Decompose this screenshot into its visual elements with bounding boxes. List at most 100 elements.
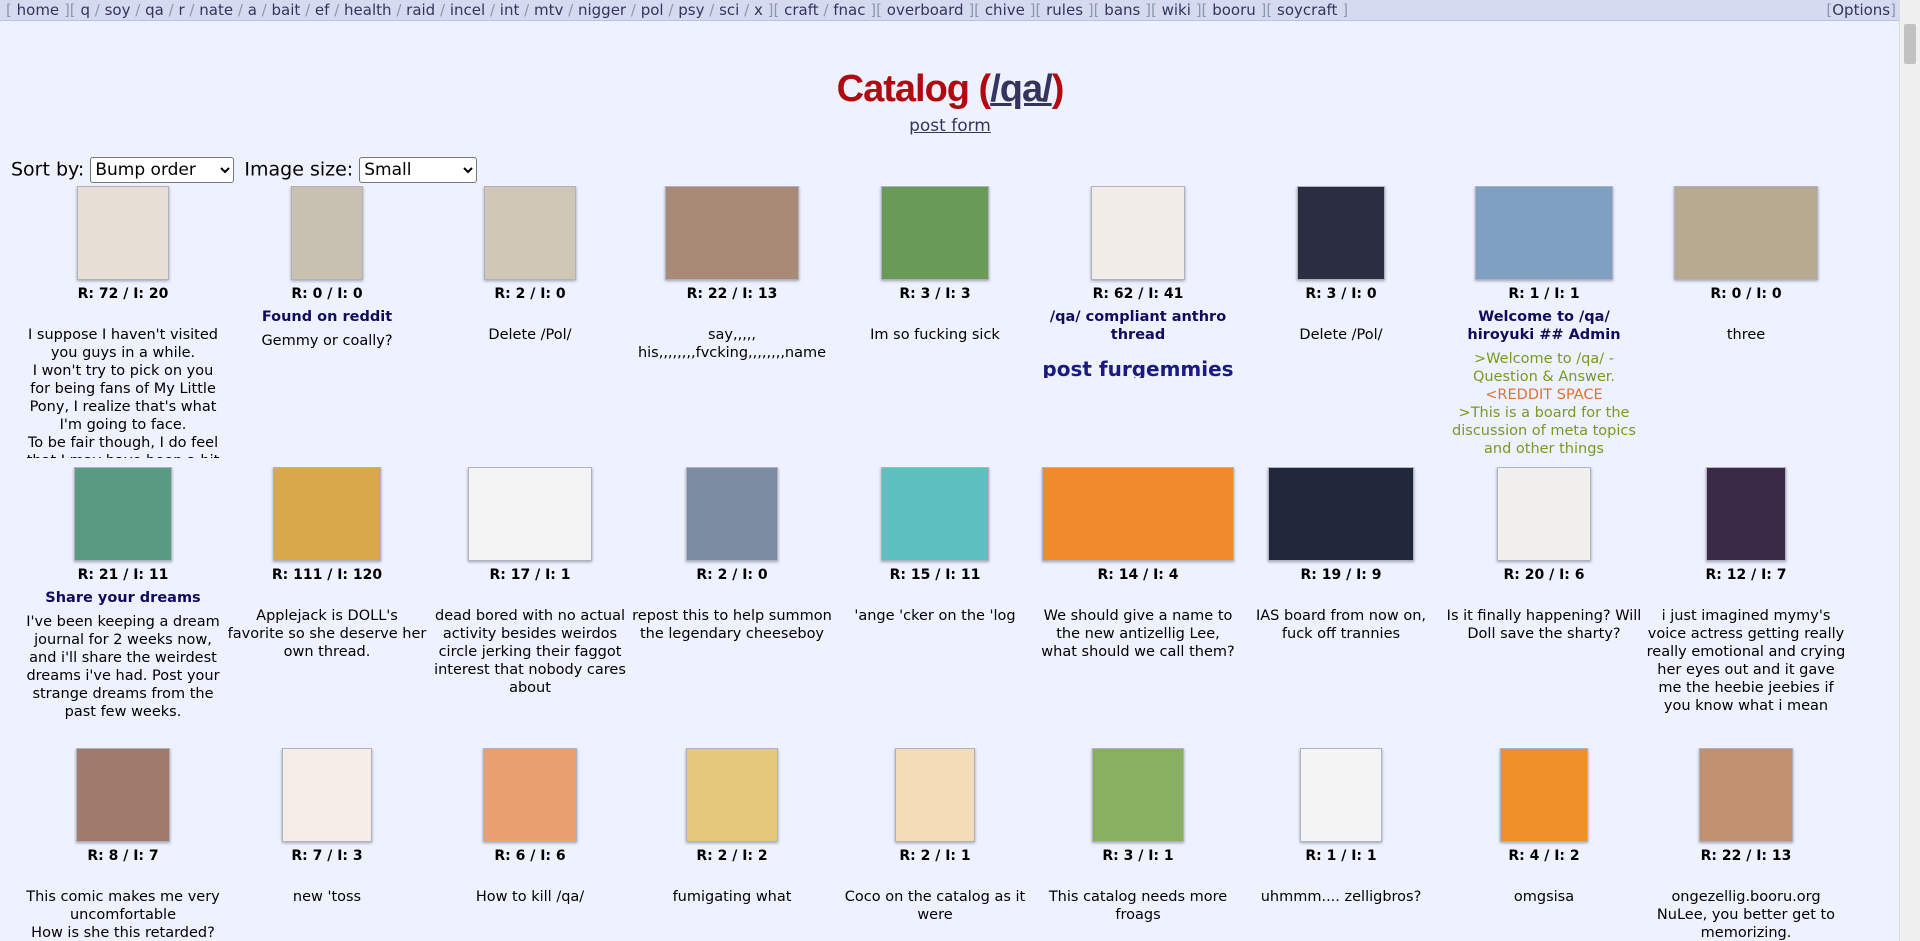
thread-thumbnail[interactable]	[483, 748, 577, 842]
teaser-line: Delete /Pol/	[488, 327, 572, 343]
catalog-thread[interactable]: R: 72 / I: 20 I suppose I haven't visited…	[23, 186, 223, 458]
catalog-thread[interactable]: R: 22 / I: 13 ongezellig.booru.org NuLee,…	[1646, 748, 1846, 941]
thread-thumbnail[interactable]	[76, 748, 170, 842]
catalog-thread[interactable]: R: 1 / I: 1 Welcome to /qa/ hiroyuki ## A…	[1444, 186, 1644, 458]
catalog-thread[interactable]: R: 6 / I: 6 How to kill /qa/	[430, 748, 630, 941]
thread-teaser: dead bored with no actual activity besid…	[430, 607, 630, 697]
thread-thumbnail[interactable]	[1699, 748, 1793, 842]
thread-stats: R: 2 / I: 0	[494, 286, 566, 302]
catalog-thread[interactable]: R: 2 / I: 1 Coco on the catalog as it wer…	[835, 748, 1035, 941]
thread-thumbnail[interactable]	[881, 186, 989, 280]
page-scrollbar[interactable]	[1899, 0, 1920, 941]
teaser-line: IAS board from now on, fuck off trannies	[1255, 608, 1427, 642]
subject-spacer	[1241, 583, 1441, 601]
subject-spacer	[23, 302, 223, 320]
scrollbar-thumb[interactable]	[1904, 24, 1916, 64]
catalog-thread[interactable]: R: 111 / I: 120 Applejack is DOLL's favor…	[227, 467, 427, 739]
catalog-thread[interactable]: R: 3 / I: 3 Im so fucking sick	[835, 186, 1035, 458]
thread-thumbnail[interactable]	[665, 186, 799, 280]
subject-spacer	[632, 583, 832, 601]
teaser-line: Delete /Pol/	[1299, 327, 1383, 343]
thread-thumbnail[interactable]	[1497, 467, 1591, 561]
teaser-line: three	[1726, 327, 1766, 343]
catalog-thread[interactable]: R: 2 / I: 0 Delete /Pol/	[430, 186, 630, 458]
thread-teaser: Delete /Pol/	[1241, 326, 1441, 344]
thread-thumbnail[interactable]	[881, 467, 989, 561]
catalog-thread[interactable]: R: 3 / I: 0 Delete /Pol/	[1241, 186, 1441, 458]
thread-teaser: 'ange 'cker on the 'log	[835, 607, 1035, 625]
catalog-thread[interactable]: R: 12 / I: 7 i just imagined mymy's voice…	[1646, 467, 1846, 739]
teaser-line: We should give a name to the new antizel…	[1041, 608, 1235, 660]
thread-thumbnail[interactable]	[468, 467, 592, 561]
thread-thumbnail[interactable]	[484, 186, 576, 280]
thread-teaser: IAS board from now on, fuck off trannies	[1241, 607, 1441, 643]
thread-stats: R: 7 / I: 3	[291, 848, 363, 864]
thread-teaser: new 'toss	[227, 888, 427, 906]
thread-teaser: say,,,,, his,,,,,,,,fvcking,,,,,,,,name	[632, 326, 832, 362]
catalog-thread[interactable]: R: 2 / I: 2 fumigating what	[632, 748, 832, 941]
thread-thumbnail[interactable]	[291, 186, 363, 280]
catalog-thread[interactable]: R: 2 / I: 0 repost this to help summon th…	[632, 467, 832, 739]
greentext-line: >This is a board for the discussion of m…	[1452, 405, 1636, 457]
catalog-thread[interactable]: R: 0 / I: 0 Found on reddit Gemmy or coall…	[227, 186, 427, 458]
thread-thumbnail[interactable]	[1706, 467, 1786, 561]
subject-spacer	[430, 302, 630, 320]
thread-teaser: fumigating what	[632, 888, 832, 906]
thread-thumbnail[interactable]	[1674, 186, 1818, 280]
catalog-thread[interactable]: R: 62 / I: 41/qa/ compliant anthro threa…	[1038, 186, 1238, 458]
thread-thumbnail[interactable]	[686, 748, 778, 842]
thread-teaser: Applejack is DOLL's favorite so she dese…	[227, 607, 427, 661]
thread-thumbnail[interactable]	[1268, 467, 1414, 561]
thread-thumbnail[interactable]	[1475, 186, 1613, 280]
thread-stats: R: 21 / I: 11	[77, 567, 169, 583]
thread-thumbnail[interactable]	[1300, 748, 1382, 842]
thread-thumbnail[interactable]	[1500, 748, 1588, 842]
thread-thumbnail[interactable]	[282, 748, 372, 842]
thread-stats: R: 0 / I: 0	[291, 286, 363, 302]
catalog-thread[interactable]: R: 19 / I: 9 IAS board from now on, fuck …	[1241, 467, 1441, 739]
teaser-line: I suppose I haven't visited you guys in …	[28, 327, 218, 361]
catalog-thread[interactable]: R: 14 / I: 4 We should give a name to the…	[1038, 467, 1238, 739]
teaser-line: To be fair though, I do feel that I may …	[27, 435, 220, 458]
subject-spacer	[430, 864, 630, 882]
thread-thumbnail[interactable]	[1092, 748, 1184, 842]
thread-stats: R: 3 / I: 1	[1102, 848, 1174, 864]
catalog-thread[interactable]: R: 7 / I: 3 new 'toss	[227, 748, 427, 941]
catalog-thread[interactable]: R: 21 / I: 11 Share your dreams I've been …	[23, 467, 223, 739]
subject-spacer	[1646, 864, 1846, 882]
thread-thumbnail[interactable]	[1091, 186, 1185, 280]
thread-stats: R: 1 / I: 1	[1508, 286, 1580, 302]
thread-thumbnail[interactable]	[273, 467, 381, 561]
thread-thumbnail[interactable]	[1042, 467, 1234, 561]
teaser-line: repost this to help summon the legendary…	[632, 608, 832, 642]
teaser-line: How is she this retarded?	[31, 925, 215, 941]
subject-spacer	[1241, 864, 1441, 882]
thread-thumbnail[interactable]	[686, 467, 778, 561]
thread-thumbnail[interactable]	[77, 186, 169, 280]
thread-stats: R: 12 / I: 7	[1705, 567, 1787, 583]
catalog-thread[interactable]: R: 3 / I: 1 This catalog needs more froag…	[1038, 748, 1238, 941]
thread-stats: R: 72 / I: 20	[77, 286, 169, 302]
catalog-thread[interactable]: R: 15 / I: 11 'ange 'cker on the 'log	[835, 467, 1035, 739]
catalog-thread[interactable]: R: 17 / I: 1 dead bored with no actual ac…	[430, 467, 630, 739]
thread-teaser: repost this to help summon the legendary…	[632, 607, 832, 643]
subject-spacer	[227, 583, 427, 601]
catalog-thread[interactable]: R: 1 / I: 1 uhmmm.... zelligbros?	[1241, 748, 1441, 941]
teaser-line: This comic makes me very uncomfortable	[26, 889, 220, 923]
orangetext-line: <REDDIT SPACE	[1485, 387, 1603, 403]
thread-stats: R: 3 / I: 0	[1305, 286, 1377, 302]
thread-thumbnail[interactable]	[895, 748, 975, 842]
catalog-thread[interactable]: R: 22 / I: 13 say,,,,, his,,,,,,,,fvcking,…	[632, 186, 832, 458]
catalog-thread[interactable]: R: 4 / I: 2 omgsisa	[1444, 748, 1644, 941]
thread-stats: R: 15 / I: 11	[889, 567, 981, 583]
catalog-thread[interactable]: R: 0 / I: 0 three	[1646, 186, 1846, 458]
thread-teaser: omgsisa	[1444, 888, 1644, 906]
subject-spacer	[835, 583, 1035, 601]
subject-spacer	[430, 583, 630, 601]
thread-stats: R: 2 / I: 0	[696, 567, 768, 583]
thread-thumbnail[interactable]	[74, 467, 172, 561]
catalog-thread[interactable]: R: 8 / I: 7 This comic makes me very unco…	[23, 748, 223, 941]
thread-thumbnail[interactable]	[1297, 186, 1385, 280]
subject-spacer	[1444, 583, 1644, 601]
catalog-thread[interactable]: R: 20 / I: 6 Is it finally happening? Wil…	[1444, 467, 1644, 739]
